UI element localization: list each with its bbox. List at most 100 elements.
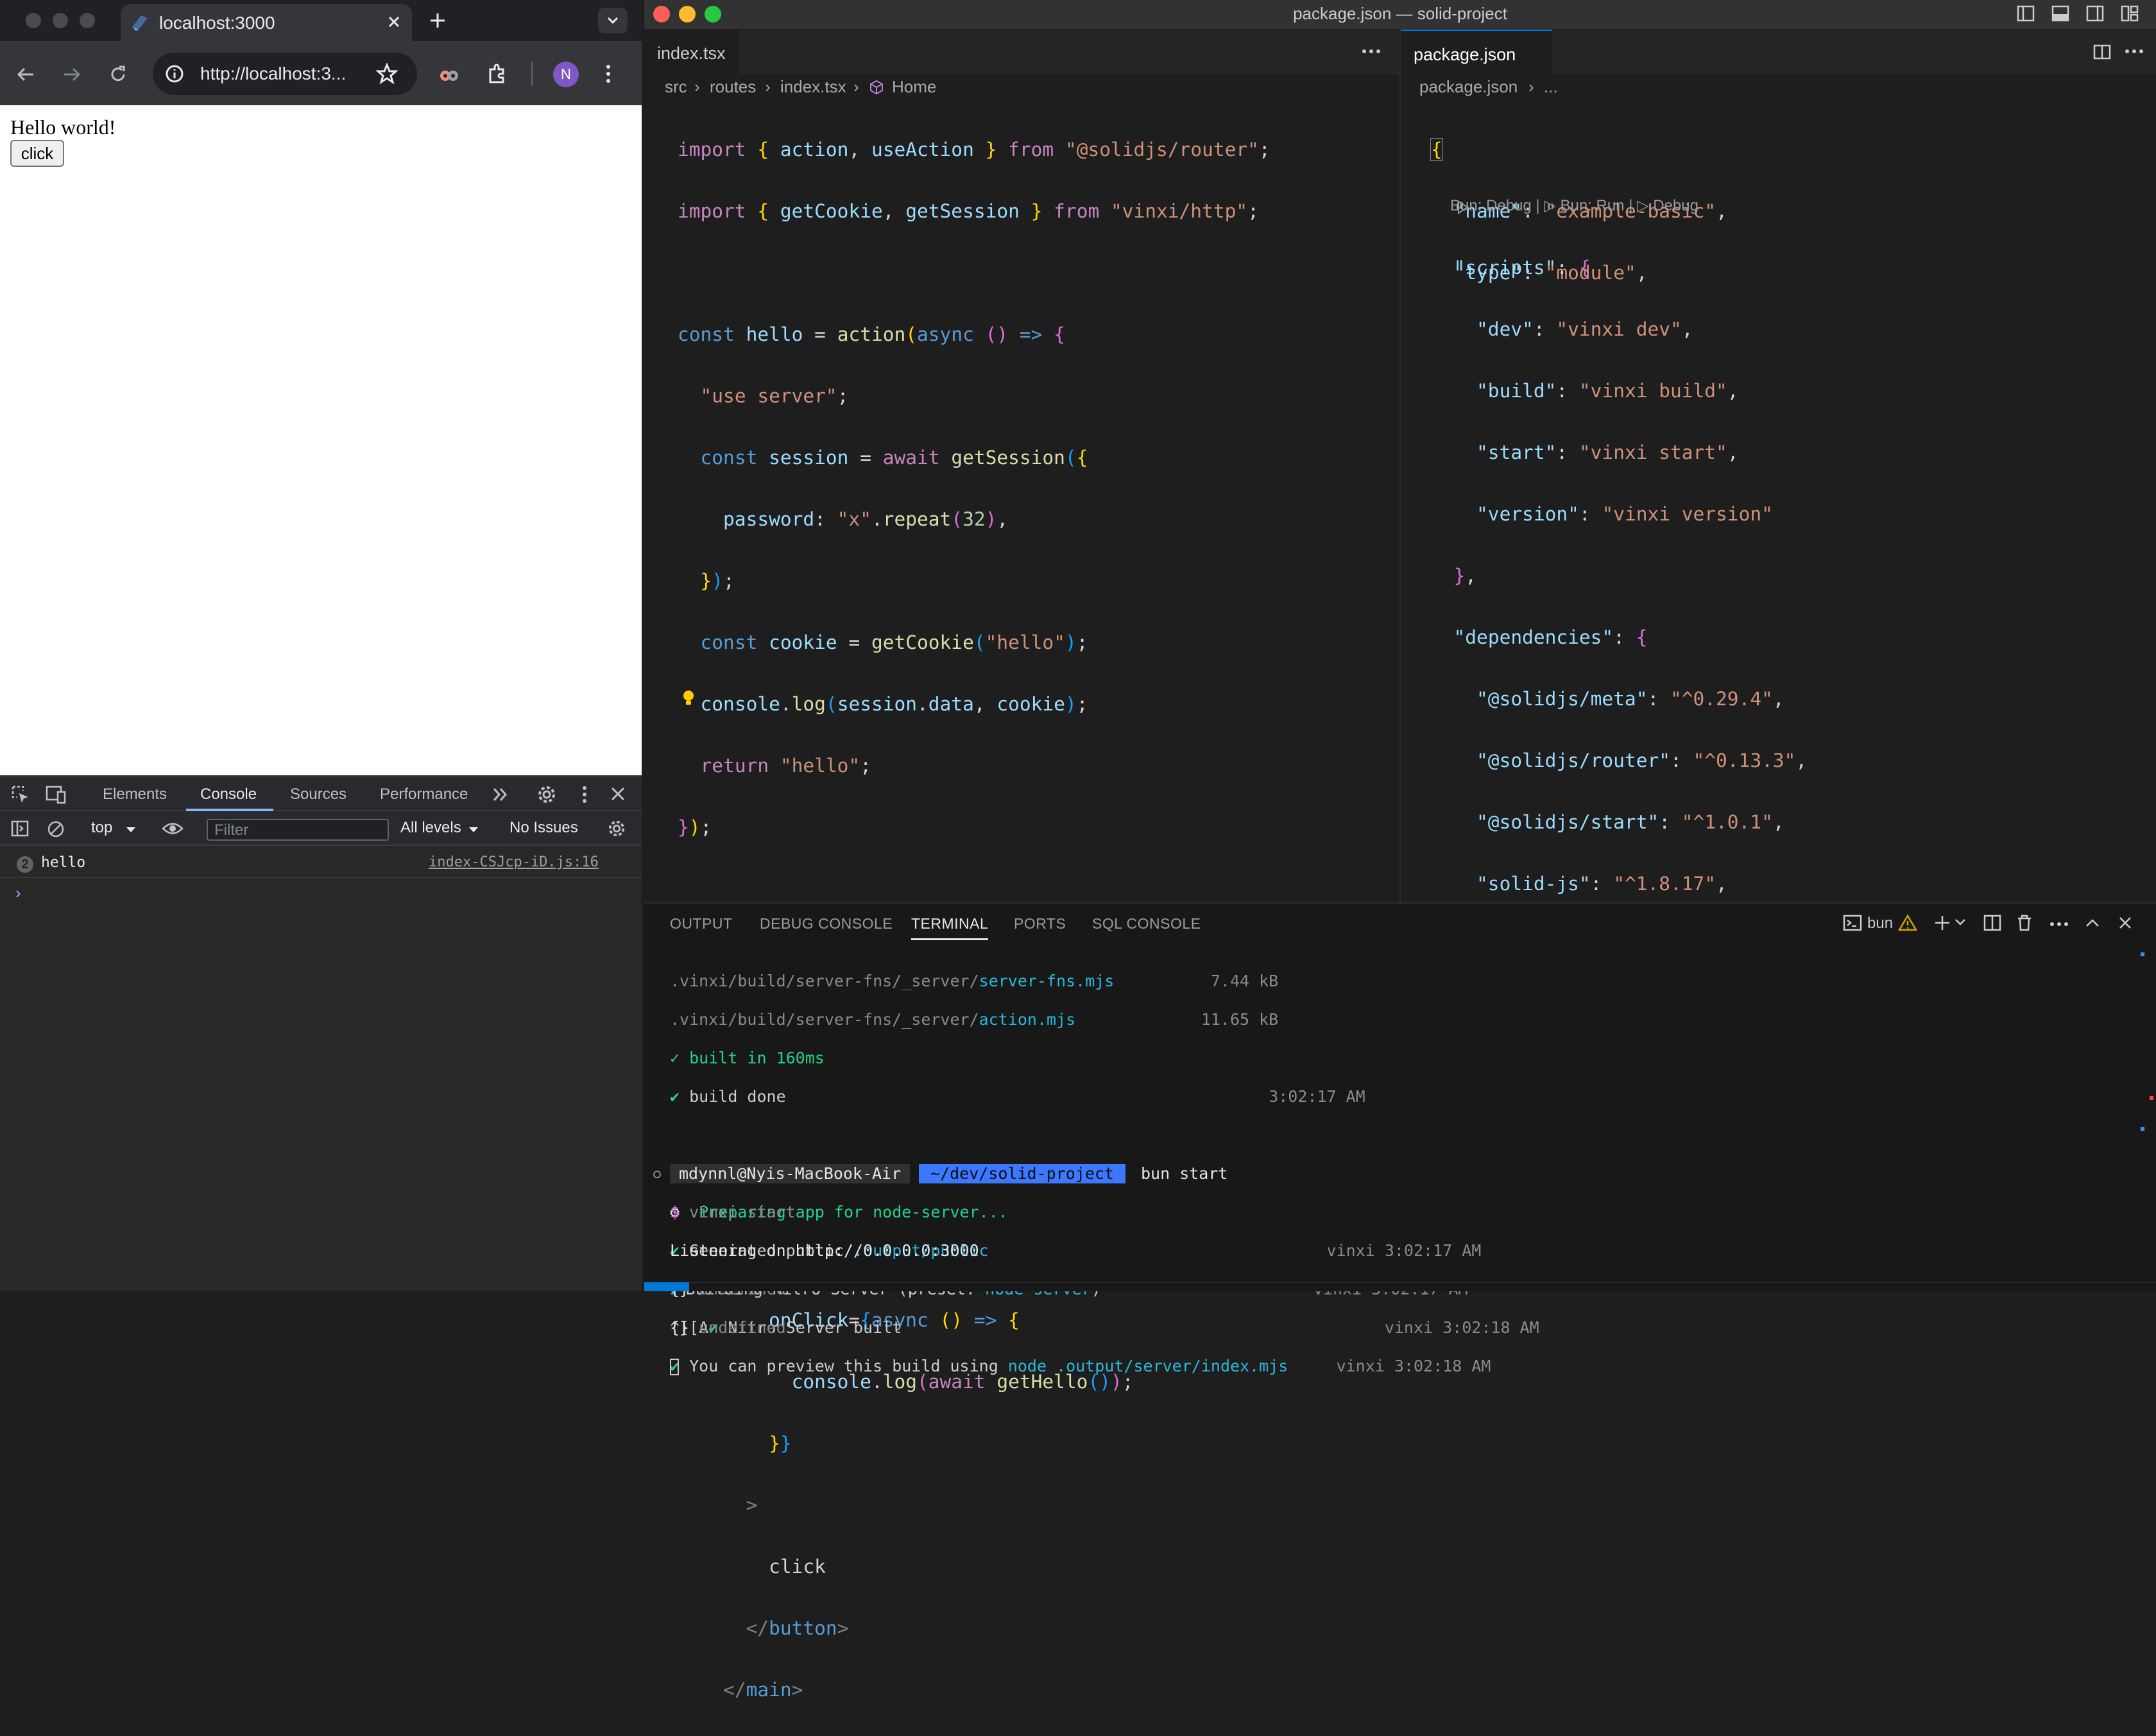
tab-output[interactable]: OUTPUT <box>670 915 733 932</box>
maximize-panel-icon[interactable] <box>2084 916 2101 929</box>
breadcrumb-file[interactable]: index.tsx <box>780 77 846 97</box>
extensions-puzzle-icon[interactable] <box>486 63 508 85</box>
tab-performance[interactable]: Performance <box>380 786 468 804</box>
console-message: hello <box>41 854 86 871</box>
breadcrumb-symbol[interactable]: Home <box>892 77 936 97</box>
customize-layout-icon[interactable] <box>2120 4 2139 23</box>
minimize-window-button[interactable] <box>53 13 68 28</box>
devtools-menu-icon[interactable] <box>581 784 588 805</box>
panel-more-actions-icon[interactable] <box>2049 922 2069 927</box>
context-dropdown-icon[interactable] <box>126 827 136 833</box>
breadcrumb-separator: › <box>694 77 700 96</box>
new-terminal-plus-icon[interactable] <box>1933 914 1952 932</box>
editor-more-actions-icon[interactable] <box>1362 49 1381 54</box>
play-icon[interactable] <box>1457 200 1469 214</box>
context-select[interactable]: top <box>91 819 112 837</box>
lightbulb-icon[interactable] <box>681 689 696 707</box>
editor-more-actions-icon[interactable] <box>2125 49 2144 54</box>
console-source-link[interactable]: index-CSJcp-iD.js:16 <box>429 854 599 870</box>
toggle-panel-icon[interactable] <box>2051 4 2070 23</box>
close-tab-icon[interactable] <box>386 14 402 30</box>
inspect-element-icon[interactable] <box>10 784 31 805</box>
browser-tab[interactable]: localhost:3000 <box>121 4 412 41</box>
settings-gear-icon[interactable] <box>536 784 557 805</box>
device-toolbar-icon[interactable] <box>45 784 67 805</box>
page-click-button[interactable]: click <box>10 140 64 167</box>
symbol-cube-icon <box>869 80 884 95</box>
toggle-secondary-sidebar-icon[interactable] <box>2085 4 2105 23</box>
sidebar-toggle-icon[interactable] <box>10 820 30 838</box>
console-filter-input[interactable]: Filter <box>207 819 389 841</box>
breadcrumb-file[interactable]: package.json <box>1419 77 1518 97</box>
active-tab-indicator <box>911 938 988 940</box>
tab-sources[interactable]: Sources <box>290 786 346 804</box>
command-status-icon <box>653 1171 661 1178</box>
more-menu-icon[interactable] <box>604 63 612 85</box>
bookmark-star-icon[interactable] <box>376 63 398 85</box>
minimize-window-button[interactable] <box>679 6 696 22</box>
tab-sql-console[interactable]: SQL CONSOLE <box>1092 915 1201 932</box>
devtools-tabbar: Elements Console Sources Performance <box>0 777 642 811</box>
codelens-run-debug[interactable]: Bun: Debug | ▷ Bun: Run | ▷ Debug <box>1450 196 1698 215</box>
browser-tab-title: localhost:3000 <box>159 13 275 33</box>
breadcrumb-ellipsis[interactable]: ... <box>1544 77 1558 97</box>
console-prompt[interactable]: › <box>15 883 21 903</box>
prompt-command: bun start <box>1141 1164 1228 1183</box>
more-tabs-icon[interactable] <box>492 786 509 804</box>
terminal-dropdown-icon[interactable] <box>1955 918 1966 927</box>
tab-debug-console[interactable]: DEBUG CONSOLE <box>760 915 893 932</box>
levels-dropdown-icon[interactable] <box>468 827 479 833</box>
terminal-shell-name[interactable]: bun <box>1867 915 1893 932</box>
scrollbar-marker <box>2150 1096 2153 1100</box>
breadcrumb-routes[interactable]: routes <box>710 77 756 97</box>
editor-split-divider <box>1399 30 1401 902</box>
profile-avatar[interactable]: N <box>553 62 579 87</box>
log-levels-select[interactable]: All levels <box>400 819 461 837</box>
kill-terminal-trash-icon[interactable] <box>2015 914 2034 932</box>
tab-index-tsx[interactable]: index.tsx <box>644 30 739 74</box>
left-editor-tabbar: index.tsx <box>644 30 1399 74</box>
console-settings-icon[interactable] <box>607 819 626 838</box>
web-page <box>0 105 642 775</box>
remote-indicator[interactable] <box>644 1282 689 1291</box>
split-editor-icon[interactable] <box>2092 42 2112 62</box>
page-heading: Hello world! <box>10 116 116 139</box>
tab-ports[interactable]: PORTS <box>1014 915 1066 932</box>
breadcrumb-separator: › <box>1528 77 1534 96</box>
extension-icon[interactable] <box>438 63 461 86</box>
breadcrumb-separator: › <box>765 77 771 96</box>
split-terminal-icon[interactable] <box>1983 914 2002 932</box>
close-panel-icon[interactable] <box>2118 915 2133 931</box>
new-tab-icon[interactable] <box>429 12 447 30</box>
right-editor-tabbar: package.json <box>1401 30 2156 74</box>
tab-console[interactable]: Console <box>200 786 257 804</box>
forward-arrow-icon[interactable] <box>62 64 82 85</box>
live-expression-eye-icon[interactable] <box>162 820 184 837</box>
zoom-window-button[interactable] <box>80 13 95 28</box>
window-title: package.json — solid-project <box>1293 4 1507 23</box>
terminal-shell-icon <box>1843 914 1862 932</box>
scrollbar-marker <box>2141 952 2144 956</box>
reload-icon[interactable] <box>108 64 128 85</box>
filter-placeholder: Filter <box>214 821 249 839</box>
tab-search-button[interactable] <box>598 8 628 33</box>
close-window-button[interactable] <box>26 13 41 28</box>
clear-console-icon[interactable] <box>46 820 65 839</box>
tab-elements[interactable]: Elements <box>103 786 167 804</box>
scrollbar-marker <box>2141 1127 2144 1131</box>
back-arrow-icon[interactable] <box>15 64 36 85</box>
status-bar <box>644 1282 2156 1291</box>
zoom-window-button[interactable] <box>705 6 721 22</box>
warning-icon <box>1898 914 1917 932</box>
close-devtools-icon[interactable] <box>610 786 626 802</box>
site-info-icon[interactable] <box>164 64 185 84</box>
issues-button[interactable]: No Issues <box>509 819 578 837</box>
tab-terminal[interactable]: TERMINAL <box>911 915 988 932</box>
toggle-sidebar-icon[interactable] <box>2016 4 2035 23</box>
breadcrumb-src[interactable]: src <box>665 77 687 97</box>
favicon-icon <box>130 13 150 32</box>
breadcrumb-separator: › <box>853 77 859 96</box>
tab-package-json[interactable]: package.json <box>1401 30 1552 74</box>
close-window-button[interactable] <box>653 6 670 22</box>
prompt-path-segment: ~/dev/solid-project <box>919 1164 1125 1183</box>
